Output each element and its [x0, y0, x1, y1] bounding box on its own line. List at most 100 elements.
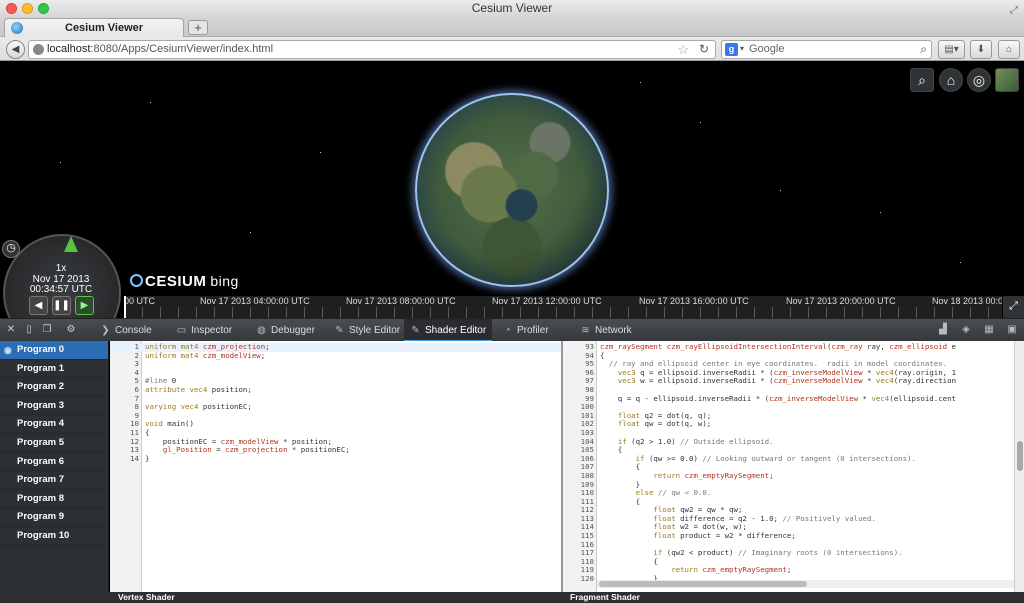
toolbox-options-gear-icon[interactable]: ⚙ [64, 323, 78, 337]
scratchpad-icon[interactable]: ▦ [982, 323, 996, 337]
tab-inspector[interactable]: ▭ Inspector [170, 319, 238, 342]
globe[interactable] [415, 93, 609, 287]
bookmark-star-icon[interactable]: ☆ [677, 42, 689, 58]
geocoder-search-icon[interactable]: ⌕ [910, 68, 934, 92]
tab-bar: Cesium Viewer + [0, 17, 1024, 37]
tab-network[interactable]: ≋ Network [574, 319, 638, 342]
code-line[interactable]: 3 [110, 360, 561, 369]
search-bar[interactable]: g ▾ Google ⌕ [721, 40, 932, 59]
code-line[interactable]: 102 float qw = dot(q, w); [563, 420, 1024, 429]
tab-shader-editor[interactable]: ✎ Shader Editor [404, 319, 493, 342]
code-line[interactable]: 97 vec3 w = ellipsoid.inverseRadii * (cz… [563, 377, 1024, 386]
fragment-code[interactable]: 93 czm_raySegment czm_rayEllipsoidInterse… [563, 342, 1024, 584]
program-item[interactable]: Program 1 [0, 360, 108, 379]
program-item[interactable]: Program 3 [0, 397, 108, 416]
program-item[interactable]: Program 9 [0, 508, 108, 527]
developer-toolbar-icon[interactable]: ▟ [936, 323, 950, 337]
fragment-vertical-scrollbar[interactable] [1014, 341, 1024, 592]
separate-window-icon[interactable]: ❐ [40, 323, 54, 337]
cesium-credit[interactable]: CESIUM [145, 273, 206, 290]
code-line[interactable]: 14} [110, 454, 561, 464]
animation-time: 00:34:57 UTC [29, 284, 93, 295]
vertex-code[interactable]: 1 uniform mat4 czm_projection; 2 uniform ma… [110, 342, 561, 464]
scrollbar-thumb[interactable] [599, 581, 807, 587]
tab-style-editor[interactable]: ✎ Style Editor [328, 319, 406, 342]
tab-debugger[interactable]: ◍ Debugger [250, 319, 321, 342]
code-line[interactable]: 99 q = q - ellipsoid.inverseRadii * (czm… [563, 394, 1024, 404]
code-line[interactable]: 6 attribute vec4 position; [110, 385, 561, 395]
new-tab-button[interactable]: + [188, 20, 208, 35]
home-button[interactable]: ⌂ [998, 40, 1020, 59]
animation-shuttle-ring-needle[interactable] [64, 236, 78, 252]
code-line[interactable]: 4 [110, 368, 561, 378]
search-icon[interactable]: ⌕ [920, 42, 927, 57]
program-item[interactable]: ◉ Program 0 [0, 341, 108, 360]
fragment-shader-editor[interactable]: 93 czm_raySegment czm_rayEllipsoidInterse… [563, 341, 1024, 592]
cesium-viewport[interactable]: ⌕ ⌂ ◎ ◷ 1x Nov 17 2013 00:34:57 UTC ◀ ❚❚… [0, 62, 1024, 318]
program-item[interactable]: Program 7 [0, 471, 108, 490]
url-bar[interactable]: localhost:8080/Apps/CesiumViewer/index.h… [28, 40, 716, 59]
visibility-eye-icon[interactable]: ◉ [4, 341, 12, 360]
shader-labels-bar: Vertex Shader Fragment Shader [0, 592, 1024, 603]
3d-view-icon[interactable]: ◈ [959, 323, 973, 337]
url-host: localhost [47, 43, 91, 55]
program-item[interactable]: Program 10 [0, 527, 108, 546]
bing-credit[interactable]: bing [210, 273, 238, 289]
code-line[interactable]: 2 uniform mat4 czm_modelView; [110, 351, 561, 361]
code-line[interactable]: 8 varying vec4 positionEC; [110, 402, 561, 412]
tab-cesium-viewer[interactable]: Cesium Viewer [4, 18, 184, 37]
tab-label: Inspector [191, 325, 233, 336]
minimize-window-button[interactable] [22, 3, 33, 14]
back-button[interactable]: ◀ [6, 40, 25, 59]
play-reverse-button[interactable]: ◀ [29, 296, 48, 315]
close-window-button[interactable] [6, 3, 17, 14]
google-engine-icon[interactable]: g [725, 43, 738, 56]
vertex-shader-editor[interactable]: 1 uniform mat4 czm_projection; 2 uniform ma… [110, 341, 561, 592]
timeline[interactable]: 00 UTC Nov 17 2013 04:00:00 UTC Nov 17 2… [124, 296, 1002, 318]
downloads-button[interactable]: ⬇ [970, 40, 992, 59]
program-item[interactable]: Program 4 [0, 415, 108, 434]
dock-side-icon[interactable]: ▯ [22, 323, 36, 337]
clock-realtime-icon[interactable]: ◷ [2, 240, 20, 258]
program-item[interactable]: Program 6 [0, 453, 108, 472]
program-label: Program 6 [17, 455, 64, 467]
code-text: gl_Position = czm_projection * positionE… [162, 445, 350, 455]
code-line[interactable]: 115 float product = w2 * difference; [563, 531, 1024, 541]
home-view-icon[interactable]: ⌂ [939, 68, 963, 92]
url-text[interactable]: localhost:8080/Apps/CesiumViewer/index.h… [47, 43, 273, 55]
pause-button[interactable]: ❚❚ [52, 296, 71, 315]
scene-mode-globe-icon[interactable]: ◎ [967, 68, 991, 92]
reload-icon[interactable]: ↻ [699, 42, 709, 56]
shader-program-list: ◉ Program 0 Program 1 Program 2 Program 3 Pro… [0, 341, 109, 592]
program-item[interactable]: Program 2 [0, 378, 108, 397]
tab-console[interactable]: ❯ Console [94, 319, 158, 342]
scrollbar-thumb[interactable] [1017, 441, 1023, 471]
tab-profiler[interactable]: ◔ Profiler [496, 319, 555, 342]
code-line[interactable]: 10 void main() [110, 420, 561, 429]
fragment-horizontal-scrollbar[interactable] [597, 580, 1014, 588]
engine-dropdown-icon[interactable]: ▾ [740, 44, 744, 53]
maximize-window-button[interactable] [38, 3, 49, 14]
responsive-mode-icon[interactable]: ▣ [1005, 323, 1019, 337]
animation-speed: 1x [55, 263, 67, 274]
close-devtools-icon[interactable]: ✕ [4, 323, 18, 337]
viewer-fullscreen-icon[interactable]: ⤢ [1003, 296, 1024, 318]
program-item[interactable]: Program 5 [0, 434, 108, 453]
cesium-logo-icon [130, 274, 143, 287]
site-identity-icon[interactable] [33, 44, 44, 55]
timeline-label: 00 UTC [124, 296, 156, 306]
program-label: Program 0 [17, 344, 64, 355]
timeline-cursor[interactable] [124, 296, 126, 318]
tab-label: Profiler [517, 325, 549, 336]
code-text: if (qw >= 0.0) // Looking outward or tan… [635, 453, 916, 463]
bookmarks-button[interactable]: ▤▾ [938, 40, 965, 59]
line-number: 120 [580, 574, 594, 584]
search-input[interactable]: Google [749, 43, 784, 55]
code-line[interactable]: 13 gl_Position = czm_projection * positi… [110, 445, 561, 455]
code-line[interactable]: 93 czm_raySegment czm_rayEllipsoidInterse… [563, 342, 1024, 352]
star [880, 212, 881, 213]
program-item[interactable]: Program 8 [0, 490, 108, 509]
code-line[interactable]: 104 if (q2 > 1.0) // Outside ellipsoid. [563, 437, 1024, 447]
base-layer-picker-icon[interactable] [995, 68, 1019, 92]
play-forward-button[interactable]: ▶ [75, 296, 94, 315]
